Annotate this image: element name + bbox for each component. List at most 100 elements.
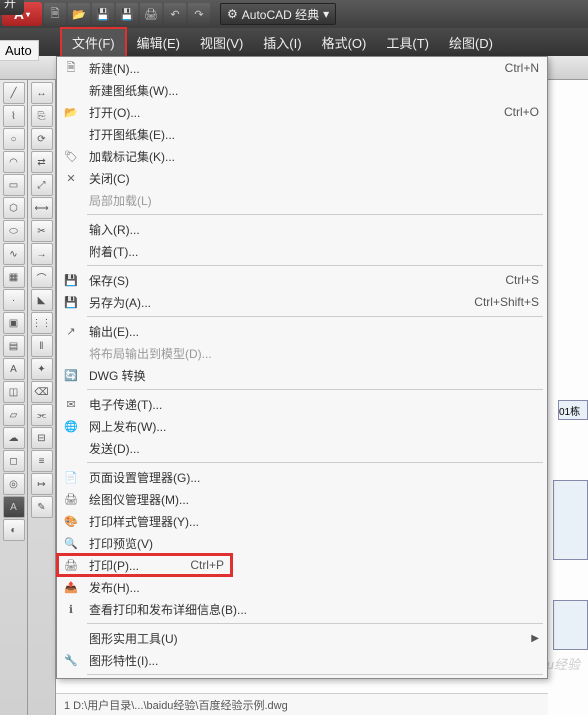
mirror-tool[interactable]: ⇄	[31, 151, 53, 173]
menu-item[interactable]: 📂打开(O)...Ctrl+O	[57, 101, 547, 123]
menu-draw[interactable]: 绘图(D)	[439, 29, 503, 56]
menu-item[interactable]: 📤 发布(H)...	[57, 576, 547, 598]
new-icon[interactable]: 🗎	[44, 3, 66, 25]
explode-tool[interactable]: ✦	[31, 358, 53, 380]
redo-icon[interactable]: ↷	[188, 3, 210, 25]
menu-item[interactable]: 📄页面设置管理器(G)...	[57, 466, 547, 488]
menu-file[interactable]: 文件(F)	[60, 27, 127, 58]
polyline-tool[interactable]: ⌇	[3, 105, 25, 127]
text-tool[interactable]: A	[3, 358, 25, 380]
spline-tool[interactable]: ∿	[3, 243, 25, 265]
menu-item-label: 新建(N)...	[89, 60, 505, 77]
menu-item[interactable]: ✕关闭(C)	[57, 167, 547, 189]
menu-format[interactable]: 格式(O)	[312, 29, 377, 56]
circle-tool[interactable]: ○	[3, 128, 25, 150]
menu-item[interactable]: 图形实用工具(U)▶	[57, 627, 547, 649]
menu-item-label: 图形特性(I)...	[89, 652, 539, 669]
save-icon[interactable]: 💾	[92, 3, 114, 25]
open-icon[interactable]: 📂	[68, 3, 90, 25]
scale-tool[interactable]: ⤢	[31, 174, 53, 196]
menu-item-icon: 📄	[61, 468, 81, 486]
menu-edit[interactable]: 编辑(E)	[127, 29, 190, 56]
point-tool[interactable]: ·	[3, 289, 25, 311]
table-tool[interactable]: ▤	[3, 335, 25, 357]
rectangle-tool[interactable]: ▭	[3, 174, 25, 196]
hatch-tool[interactable]: ▦	[3, 266, 25, 288]
menu-item-icon: 📂	[61, 103, 81, 121]
trim-tool[interactable]: ✂	[31, 220, 53, 242]
menu-item[interactable]: 附着(T)...	[57, 240, 547, 262]
menu-item-label: 新建图纸集(W)...	[89, 82, 539, 99]
undo-icon[interactable]: ↶	[164, 3, 186, 25]
menu-item-icon	[61, 220, 81, 238]
menu-item-icon: 📤	[61, 578, 81, 596]
boundary-tool[interactable]: ▱	[3, 404, 25, 426]
menu-item[interactable]: 新建图纸集(W)...	[57, 79, 547, 101]
menu-item-icon: ✉	[61, 395, 81, 413]
mtext-tool[interactable]: A	[3, 496, 25, 518]
menu-item[interactable]: 🗎新建(N)...Ctrl+N	[57, 57, 547, 79]
donut-tool[interactable]: ◎	[3, 473, 25, 495]
menu-item-icon: ℹ	[61, 600, 81, 618]
erase-tool[interactable]: ⌫	[31, 381, 53, 403]
menu-item[interactable]: 🔧图形特性(I)...	[57, 649, 547, 671]
align-tool[interactable]: ≡	[31, 450, 53, 472]
menu-item[interactable]: 🖨绘图仪管理器(M)...	[57, 488, 547, 510]
menu-item[interactable]: ↗输出(E)...	[57, 320, 547, 342]
gradient-tool[interactable]: ◐	[3, 519, 25, 541]
drawing-fragment	[553, 480, 588, 560]
move-tool[interactable]: ↔	[31, 82, 53, 104]
panel-tab[interactable]: 开	[0, 0, 24, 15]
menu-tools[interactable]: 工具(T)	[376, 29, 439, 56]
menu-item-shortcut: Ctrl+Shift+S	[474, 295, 539, 309]
print-icon[interactable]: 🖨	[140, 3, 162, 25]
line-tool[interactable]: ╱	[3, 82, 25, 104]
arc-tool[interactable]: ◠	[3, 151, 25, 173]
recent-file-item[interactable]: 1 D:\用户目录\...\baidu经验\百度经验示例.dwg	[56, 693, 548, 715]
menu-item[interactable]: 🔍打印预览(V)	[57, 532, 547, 554]
stretch-tool[interactable]: ⟷	[31, 197, 53, 219]
menu-item-label: 输出(E)...	[89, 323, 539, 340]
copy-tool[interactable]: ⎘	[31, 105, 53, 127]
revision-tool[interactable]: ☁	[3, 427, 25, 449]
block-tool[interactable]: ▣	[3, 312, 25, 334]
menu-item[interactable]: 输入(R)...	[57, 218, 547, 240]
menu-view[interactable]: 视图(V)	[190, 29, 253, 56]
menu-item-icon	[61, 191, 81, 209]
menu-item[interactable]: 🔄DWG 转换	[57, 364, 547, 386]
rotate-tool[interactable]: ⟳	[31, 128, 53, 150]
menu-item-label: 发布(H)...	[89, 579, 539, 596]
lengthen-tool[interactable]: ↦	[31, 473, 53, 495]
fillet-tool[interactable]: ⌒	[31, 266, 53, 288]
menu-item[interactable]: ℹ查看打印和发布详细信息(B)...	[57, 598, 547, 620]
region-tool[interactable]: ◫	[3, 381, 25, 403]
menu-item[interactable]: 💾另存为(A)...Ctrl+Shift+S	[57, 291, 547, 313]
extend-tool[interactable]: →	[31, 243, 53, 265]
menu-item[interactable]: 🎨打印样式管理器(Y)...	[57, 510, 547, 532]
chevron-down-icon: ▾	[323, 7, 329, 21]
menu-item-label: 打印预览(V)	[89, 535, 539, 552]
wipeout-tool[interactable]: ◻	[3, 450, 25, 472]
menu-item[interactable]: 💾保存(S)Ctrl+S	[57, 269, 547, 291]
menu-item-icon: 💾	[61, 271, 81, 289]
chamfer-tool[interactable]: ◣	[31, 289, 53, 311]
menu-item-icon: 🗎	[61, 59, 81, 77]
menu-insert[interactable]: 插入(I)	[253, 29, 311, 56]
offset-tool[interactable]: ‖	[31, 335, 53, 357]
menu-item[interactable]: ✉电子传递(T)...	[57, 393, 547, 415]
layer-combo[interactable]: Auto	[0, 40, 39, 61]
menu-item[interactable]: 🏷加载标记集(K)...	[57, 145, 547, 167]
edit-tool[interactable]: ✎	[31, 496, 53, 518]
workspace-selector[interactable]: ⚙ AutoCAD 经典 ▾	[220, 3, 336, 25]
ellipse-tool[interactable]: ⬭	[3, 220, 25, 242]
modify-toolbar: Auto ↔ ⎘ ⟳ ⇄ ⤢ ⟷ ✂ → ⌒ ◣ ⋮⋮ ‖ ✦ ⌫ ⫘ ⊟ ≡ …	[28, 80, 56, 715]
menu-item[interactable]: 发送(D)...	[57, 437, 547, 459]
saveas-icon[interactable]: 💾	[116, 3, 138, 25]
polygon-tool[interactable]: ⬡	[3, 197, 25, 219]
menu-item[interactable]: 🖨打印(P)...Ctrl+P	[57, 554, 232, 576]
array-tool[interactable]: ⋮⋮	[31, 312, 53, 334]
join-tool[interactable]: ⫘	[31, 404, 53, 426]
break-tool[interactable]: ⊟	[31, 427, 53, 449]
menu-item[interactable]: 打开图纸集(E)...	[57, 123, 547, 145]
menu-item[interactable]: 🌐网上发布(W)...	[57, 415, 547, 437]
